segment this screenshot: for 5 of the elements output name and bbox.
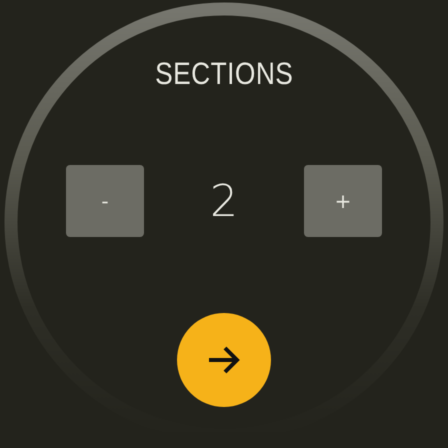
- screen-title: SECTIONS: [154, 56, 294, 92]
- arrow-right-icon: [207, 345, 241, 375]
- section-count: 2: [210, 176, 238, 226]
- decrement-button[interactable]: -: [66, 165, 144, 237]
- increment-button[interactable]: +: [304, 165, 382, 237]
